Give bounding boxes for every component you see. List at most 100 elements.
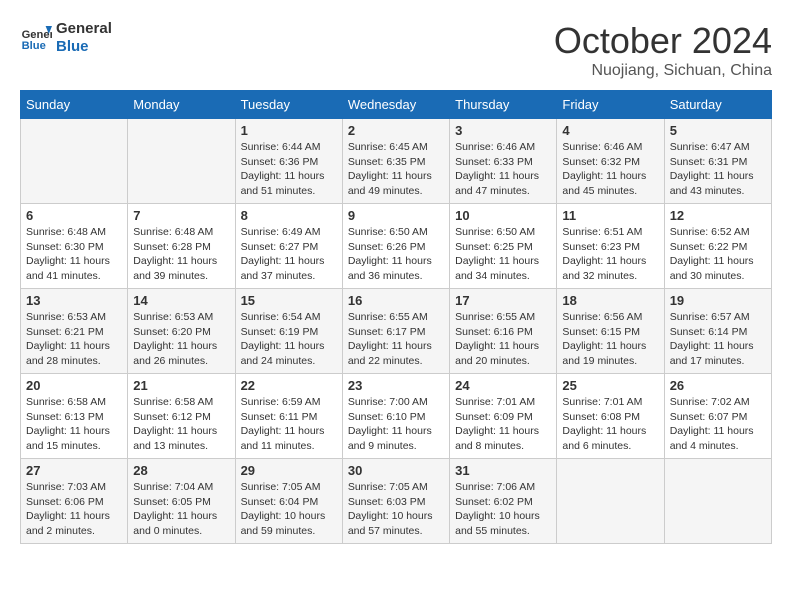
calendar-cell: 5 Sunrise: 6:47 AM Sunset: 6:31 PM Daylig… — [664, 119, 771, 204]
day-info: Sunrise: 7:05 AM Sunset: 6:03 PM Dayligh… — [348, 480, 444, 539]
location: Nuojiang, Sichuan, China — [554, 62, 772, 80]
calendar-cell — [128, 119, 235, 204]
day-info: Sunrise: 6:51 AM Sunset: 6:23 PM Dayligh… — [562, 225, 658, 284]
day-info: Sunrise: 7:01 AM Sunset: 6:09 PM Dayligh… — [455, 395, 551, 454]
calendar-cell: 1 Sunrise: 6:44 AM Sunset: 6:36 PM Daylig… — [235, 119, 342, 204]
day-number: 12 — [670, 208, 766, 223]
day-number: 2 — [348, 123, 444, 138]
day-number: 31 — [455, 463, 551, 478]
calendar-cell: 23Sunrise: 7:00 AM Sunset: 6:10 PM Dayli… — [342, 374, 449, 459]
day-number: 1 — [241, 123, 337, 138]
calendar-cell: 24 Sunrise: 7:01 AM Sunset: 6:09 PM Dayli… — [450, 374, 557, 459]
calendar-cell: 14 Sunrise: 6:53 AM Sunset: 6:20 PM Dayli… — [128, 289, 235, 374]
calendar-cell: 7 Sunrise: 6:48 AM Sunset: 6:28 PM Daylig… — [128, 204, 235, 289]
day-number: 7 — [133, 208, 229, 223]
day-info: Sunrise: 6:52 AM Sunset: 6:22 PM Dayligh… — [670, 225, 766, 284]
day-info: Sunrise: 6:48 AM Sunset: 6:30 PM Dayligh… — [26, 225, 122, 284]
svg-text:General: General — [22, 29, 52, 41]
day-number: 5 — [670, 123, 766, 138]
day-of-week-header: Friday — [557, 91, 664, 119]
day-number: 15 — [241, 293, 337, 308]
day-info: Sunrise: 7:01 AM Sunset: 6:08 PM Dayligh… — [562, 395, 658, 454]
calendar-cell: 30 Sunrise: 7:05 AM Sunset: 6:03 PM Dayli… — [342, 459, 449, 544]
day-number: 22 — [241, 378, 337, 393]
day-of-week-header: Monday — [128, 91, 235, 119]
day-info: Sunrise: 6:57 AM Sunset: 6:14 PM Dayligh… — [670, 310, 766, 369]
calendar-week-row: 13 Sunrise: 6:53 AM Sunset: 6:21 PM Dayli… — [21, 289, 772, 374]
day-number: 14 — [133, 293, 229, 308]
day-of-week-header: Saturday — [664, 91, 771, 119]
day-info: Sunrise: 6:58 AM Sunset: 6:12 PM Dayligh… — [133, 395, 229, 454]
calendar-cell: 25Sunrise: 7:01 AM Sunset: 6:08 PM Dayli… — [557, 374, 664, 459]
day-number: 3 — [455, 123, 551, 138]
calendar-cell: 12 Sunrise: 6:52 AM Sunset: 6:22 PM Dayli… — [664, 204, 771, 289]
day-number: 10 — [455, 208, 551, 223]
day-info: Sunrise: 6:48 AM Sunset: 6:28 PM Dayligh… — [133, 225, 229, 284]
calendar-table: SundayMondayTuesdayWednesdayThursdayFrid… — [20, 90, 772, 544]
calendar-week-row: 6Sunrise: 6:48 AM Sunset: 6:30 PM Daylig… — [21, 204, 772, 289]
calendar-cell: 22 Sunrise: 6:59 AM Sunset: 6:11 PM Dayli… — [235, 374, 342, 459]
calendar-cell: 16Sunrise: 6:55 AM Sunset: 6:17 PM Dayli… — [342, 289, 449, 374]
day-info: Sunrise: 7:04 AM Sunset: 6:05 PM Dayligh… — [133, 480, 229, 539]
logo: General Blue General Blue — [20, 20, 112, 56]
calendar-cell: 13 Sunrise: 6:53 AM Sunset: 6:21 PM Dayli… — [21, 289, 128, 374]
day-number: 23 — [348, 378, 444, 393]
day-number: 17 — [455, 293, 551, 308]
day-info: Sunrise: 6:45 AM Sunset: 6:35 PM Dayligh… — [348, 140, 444, 199]
calendar-week-row: 27Sunrise: 7:03 AM Sunset: 6:06 PM Dayli… — [21, 459, 772, 544]
day-number: 16 — [348, 293, 444, 308]
logo-line2: Blue — [56, 38, 112, 56]
calendar-cell: 17 Sunrise: 6:55 AM Sunset: 6:16 PM Dayli… — [450, 289, 557, 374]
calendar-cell: 19 Sunrise: 6:57 AM Sunset: 6:14 PM Dayli… — [664, 289, 771, 374]
calendar-cell: 26 Sunrise: 7:02 AM Sunset: 6:07 PM Dayli… — [664, 374, 771, 459]
month-title: October 2024 — [554, 20, 772, 62]
calendar-cell: 11 Sunrise: 6:51 AM Sunset: 6:23 PM Dayli… — [557, 204, 664, 289]
day-number: 24 — [455, 378, 551, 393]
calendar-cell: 27Sunrise: 7:03 AM Sunset: 6:06 PM Dayli… — [21, 459, 128, 544]
calendar-cell: 28Sunrise: 7:04 AM Sunset: 6:05 PM Dayli… — [128, 459, 235, 544]
calendar-cell — [557, 459, 664, 544]
day-info: Sunrise: 6:58 AM Sunset: 6:13 PM Dayligh… — [26, 395, 122, 454]
logo-line1: General — [56, 20, 112, 38]
day-info: Sunrise: 6:55 AM Sunset: 6:16 PM Dayligh… — [455, 310, 551, 369]
day-info: Sunrise: 6:46 AM Sunset: 6:33 PM Dayligh… — [455, 140, 551, 199]
day-number: 26 — [670, 378, 766, 393]
calendar-cell: 21 Sunrise: 6:58 AM Sunset: 6:12 PM Dayli… — [128, 374, 235, 459]
calendar-cell: 10 Sunrise: 6:50 AM Sunset: 6:25 PM Dayli… — [450, 204, 557, 289]
calendar-cell: 29Sunrise: 7:05 AM Sunset: 6:04 PM Dayli… — [235, 459, 342, 544]
day-number: 20 — [26, 378, 122, 393]
day-info: Sunrise: 6:53 AM Sunset: 6:21 PM Dayligh… — [26, 310, 122, 369]
day-number: 19 — [670, 293, 766, 308]
day-number: 30 — [348, 463, 444, 478]
calendar-cell: 20 Sunrise: 6:58 AM Sunset: 6:13 PM Dayli… — [21, 374, 128, 459]
day-info: Sunrise: 7:02 AM Sunset: 6:07 PM Dayligh… — [670, 395, 766, 454]
day-info: Sunrise: 7:06 AM Sunset: 6:02 PM Dayligh… — [455, 480, 551, 539]
day-number: 4 — [562, 123, 658, 138]
day-info: Sunrise: 6:44 AM Sunset: 6:36 PM Dayligh… — [241, 140, 337, 199]
svg-text:Blue: Blue — [22, 40, 46, 52]
calendar-week-row: 1 Sunrise: 6:44 AM Sunset: 6:36 PM Daylig… — [21, 119, 772, 204]
calendar-cell: 6Sunrise: 6:48 AM Sunset: 6:30 PM Daylig… — [21, 204, 128, 289]
day-number: 13 — [26, 293, 122, 308]
day-info: Sunrise: 6:46 AM Sunset: 6:32 PM Dayligh… — [562, 140, 658, 199]
day-info: Sunrise: 6:56 AM Sunset: 6:15 PM Dayligh… — [562, 310, 658, 369]
day-info: Sunrise: 6:53 AM Sunset: 6:20 PM Dayligh… — [133, 310, 229, 369]
day-number: 9 — [348, 208, 444, 223]
calendar-cell — [664, 459, 771, 544]
calendar-cell: 15Sunrise: 6:54 AM Sunset: 6:19 PM Dayli… — [235, 289, 342, 374]
day-info: Sunrise: 6:59 AM Sunset: 6:11 PM Dayligh… — [241, 395, 337, 454]
day-number: 21 — [133, 378, 229, 393]
day-number: 8 — [241, 208, 337, 223]
calendar-cell: 4 Sunrise: 6:46 AM Sunset: 6:32 PM Daylig… — [557, 119, 664, 204]
page-header: General Blue General Blue October 2024 N… — [20, 20, 772, 80]
day-of-week-header: Thursday — [450, 91, 557, 119]
day-number: 11 — [562, 208, 658, 223]
title-area: October 2024 Nuojiang, Sichuan, China — [554, 20, 772, 80]
day-number: 29 — [241, 463, 337, 478]
day-of-week-header: Sunday — [21, 91, 128, 119]
day-info: Sunrise: 6:50 AM Sunset: 6:25 PM Dayligh… — [455, 225, 551, 284]
calendar-cell: 18Sunrise: 6:56 AM Sunset: 6:15 PM Dayli… — [557, 289, 664, 374]
day-info: Sunrise: 6:47 AM Sunset: 6:31 PM Dayligh… — [670, 140, 766, 199]
calendar-cell: 31 Sunrise: 7:06 AM Sunset: 6:02 PM Dayli… — [450, 459, 557, 544]
calendar-cell: 3 Sunrise: 6:46 AM Sunset: 6:33 PM Daylig… — [450, 119, 557, 204]
